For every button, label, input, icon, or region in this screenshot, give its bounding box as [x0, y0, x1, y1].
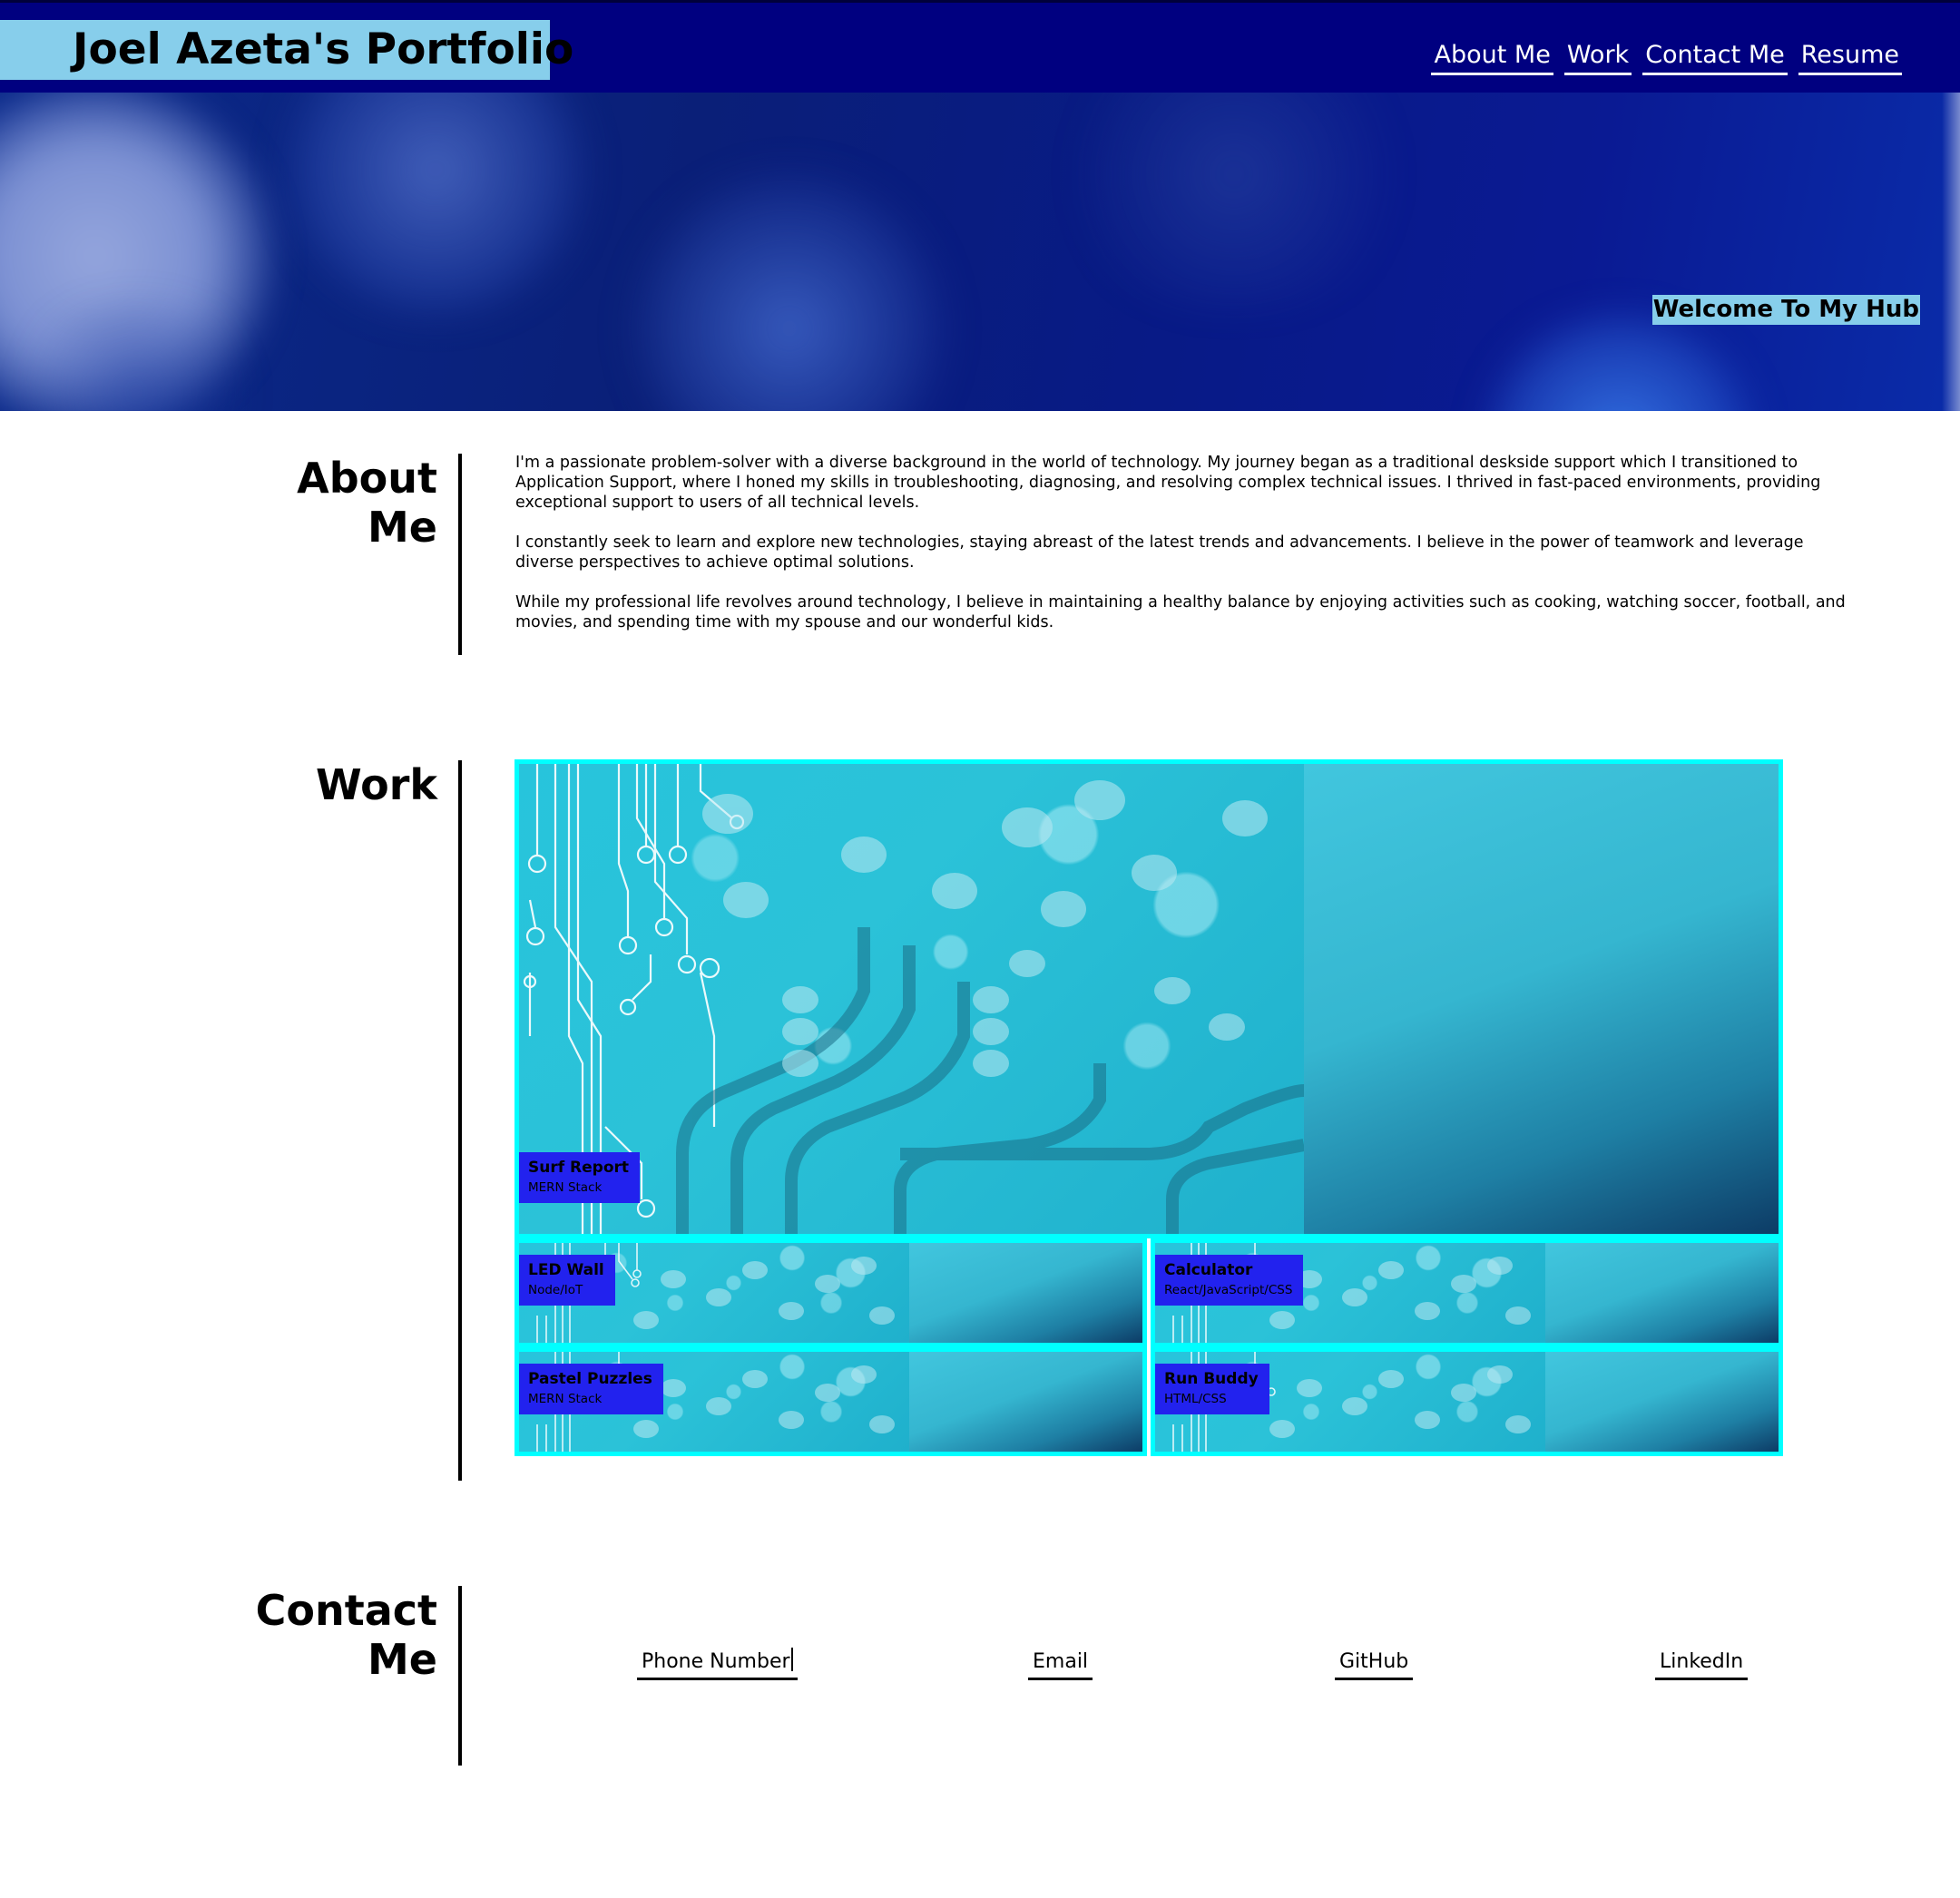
- about-paragraph: I constantly seek to learn and explore n…: [515, 533, 1804, 572]
- hero-bokeh: [1044, 93, 1425, 310]
- project-name: Pastel Puzzles: [528, 1370, 652, 1388]
- hero-bokeh: [626, 165, 953, 411]
- work-divider: [458, 760, 462, 1481]
- contact-heading-line2: Me: [368, 1635, 437, 1684]
- project-stack: MERN Stack: [528, 1392, 603, 1406]
- site-header: Joel Azeta's Portfolio About Me Work Con…: [0, 0, 1960, 93]
- hero-tagline: Welcome To My Hub: [1651, 295, 1920, 325]
- project-name: Calculator: [1164, 1261, 1253, 1279]
- hero-banner: Welcome To My Hub: [0, 93, 1960, 411]
- about-paragraph: While my professional life revolves arou…: [515, 593, 1846, 631]
- project-label-led-wall[interactable]: LED Wall Node/IoT: [519, 1255, 615, 1306]
- nav-resume[interactable]: Resume: [1798, 39, 1902, 75]
- site-title: Joel Azeta's Portfolio: [0, 20, 573, 80]
- contact-divider: [458, 1586, 462, 1766]
- hero-bokeh: [1470, 310, 1769, 411]
- contact-phone-link[interactable]: Phone Number: [637, 1647, 798, 1680]
- project-stack: MERN Stack: [528, 1180, 603, 1195]
- project-card-led-wall[interactable]: LED Wall Node/IoT: [514, 1238, 1147, 1347]
- work-heading: Work: [316, 760, 437, 809]
- contact-email-link[interactable]: Email: [1028, 1647, 1093, 1680]
- about-heading-line1: About: [297, 454, 437, 503]
- contact-heading-line1: Contact: [255, 1586, 437, 1635]
- project-label-run-buddy[interactable]: Run Buddy HTML/CSS: [1155, 1364, 1269, 1414]
- hero-edge-shadow: [1942, 93, 1960, 411]
- nav-about-me[interactable]: About Me: [1431, 39, 1553, 75]
- about-divider: [458, 454, 462, 655]
- contact-phone-label: Phone Number: [642, 1650, 790, 1673]
- project-card-surf-report[interactable]: Surf Report MERN Stack: [514, 759, 1783, 1238]
- about-heading-line2: Me: [368, 503, 437, 552]
- image-fade: [1545, 1243, 1779, 1343]
- project-label-pastel-puzzles[interactable]: Pastel Puzzles MERN Stack: [519, 1364, 663, 1414]
- project-card-calculator[interactable]: Calculator React/JavaScript/CSS: [1151, 1238, 1783, 1347]
- project-name: Run Buddy: [1164, 1370, 1259, 1388]
- about-paragraph: I'm a passionate problem-solver with a d…: [515, 454, 1821, 512]
- contact-github-link[interactable]: GitHub: [1335, 1647, 1414, 1680]
- project-name: Surf Report: [528, 1159, 630, 1177]
- project-stack: Node/IoT: [528, 1283, 583, 1297]
- project-label-calculator[interactable]: Calculator React/JavaScript/CSS: [1155, 1255, 1304, 1306]
- contact-linkedin-link[interactable]: LinkedIn: [1655, 1647, 1749, 1680]
- text-cursor: [790, 1648, 793, 1671]
- project-stack: HTML/CSS: [1164, 1392, 1227, 1406]
- nav-contact-me[interactable]: Contact Me: [1642, 39, 1788, 75]
- nav-work[interactable]: Work: [1563, 39, 1632, 75]
- hero-bokeh: [272, 93, 599, 319]
- project-card-run-buddy[interactable]: Run Buddy HTML/CSS: [1151, 1347, 1783, 1456]
- project-name: LED Wall: [528, 1261, 604, 1279]
- project-card-pastel-puzzles[interactable]: Pastel Puzzles MERN Stack: [514, 1347, 1147, 1456]
- image-fade: [1304, 764, 1779, 1234]
- project-thumbnail: [519, 764, 1779, 1234]
- image-fade: [909, 1352, 1142, 1452]
- project-label-surf-report[interactable]: Surf Report MERN Stack: [519, 1152, 641, 1203]
- project-stack: React/JavaScript/CSS: [1164, 1283, 1293, 1297]
- about-text: I'm a passionate problem-solver with a d…: [515, 453, 1854, 652]
- image-fade: [909, 1243, 1142, 1343]
- about-heading: About Me: [165, 454, 437, 552]
- image-fade: [1545, 1352, 1779, 1452]
- main-nav: About Me Work Contact Me Resume: [1431, 39, 1902, 75]
- contact-heading: Contact Me: [165, 1586, 437, 1684]
